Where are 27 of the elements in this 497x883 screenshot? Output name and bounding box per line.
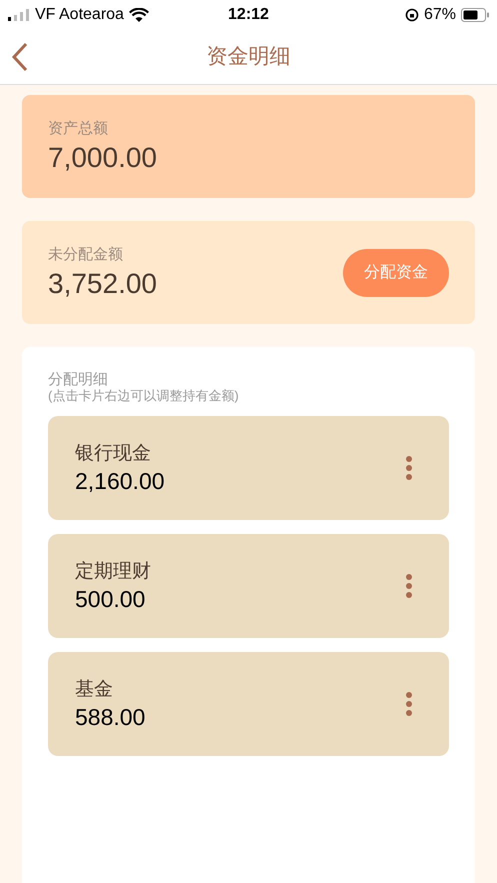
item-amount: 588.00 (75, 703, 146, 731)
back-icon (10, 42, 30, 72)
section-title: 分配明细 (48, 371, 109, 388)
clock-time: 12:12 (227, 5, 270, 25)
wifi-icon (128, 8, 149, 22)
allocation-card[interactable]: 定期理财 500.00 (48, 534, 449, 638)
card-label: 资产总额 (48, 119, 109, 140)
rotation-lock-icon (404, 8, 419, 22)
battery-icon (461, 8, 489, 22)
allocation-card[interactable]: 银行现金 2,160.00 (48, 416, 449, 520)
more-options-icon[interactable] (405, 691, 413, 717)
item-name: 定期理财 (75, 560, 152, 584)
item-name: 基金 (75, 678, 114, 702)
page-title: 资金明细 (206, 44, 290, 70)
signal-icon (8, 9, 30, 21)
item-name: 银行现金 (75, 442, 152, 466)
more-options-icon[interactable] (405, 455, 413, 481)
section-hint: (点击卡片右边可以调整持有金额) (48, 388, 240, 404)
card-label: 未分配金额 (48, 245, 124, 266)
more-options-icon[interactable] (405, 573, 413, 599)
card-amount: 7,000.00 (48, 140, 158, 175)
card-amount: 3,752.00 (48, 266, 158, 301)
carrier-name: VF Aotearoa (35, 5, 124, 25)
item-amount: 500.00 (75, 585, 146, 613)
item-amount: 2,160.00 (75, 467, 166, 495)
battery-percent: 67% (424, 5, 456, 25)
allocation-card[interactable]: 基金 588.00 (48, 652, 449, 756)
